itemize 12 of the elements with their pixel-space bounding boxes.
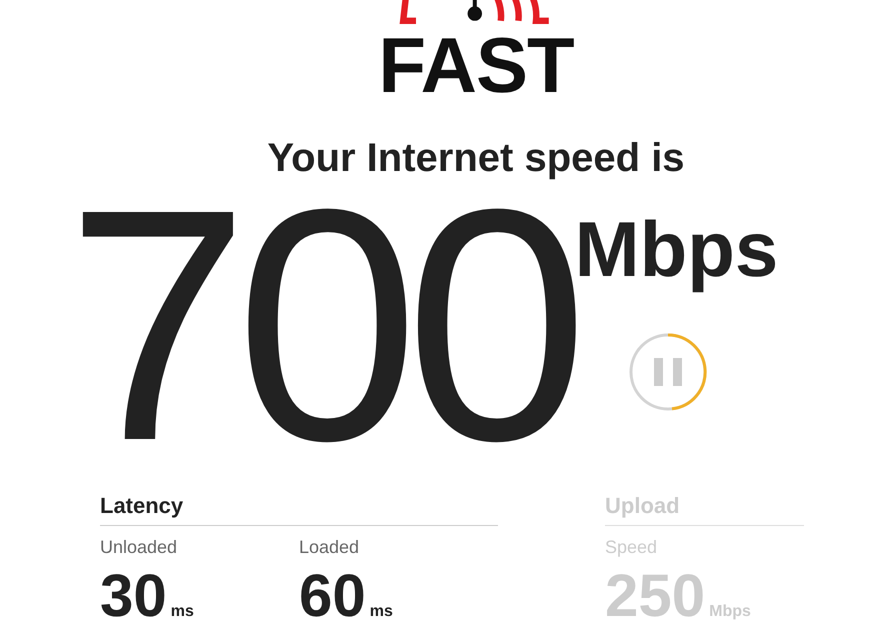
pause-button[interactable] bbox=[628, 332, 708, 412]
speed-value: 700 bbox=[66, 201, 575, 448]
metric-unit: ms bbox=[370, 604, 393, 620]
section-title: Latency bbox=[100, 494, 498, 526]
metric-label: Unloaded bbox=[100, 538, 178, 556]
metric-value: 30 bbox=[100, 566, 167, 626]
metric-unit: ms bbox=[170, 604, 194, 620]
metric-label: Loaded bbox=[299, 538, 360, 556]
headline: Your Internet speed is bbox=[267, 138, 685, 178]
metric-value: 60 bbox=[299, 566, 366, 626]
speed-unit: Mbps bbox=[574, 204, 778, 293]
logo-text: FAST bbox=[378, 26, 574, 104]
